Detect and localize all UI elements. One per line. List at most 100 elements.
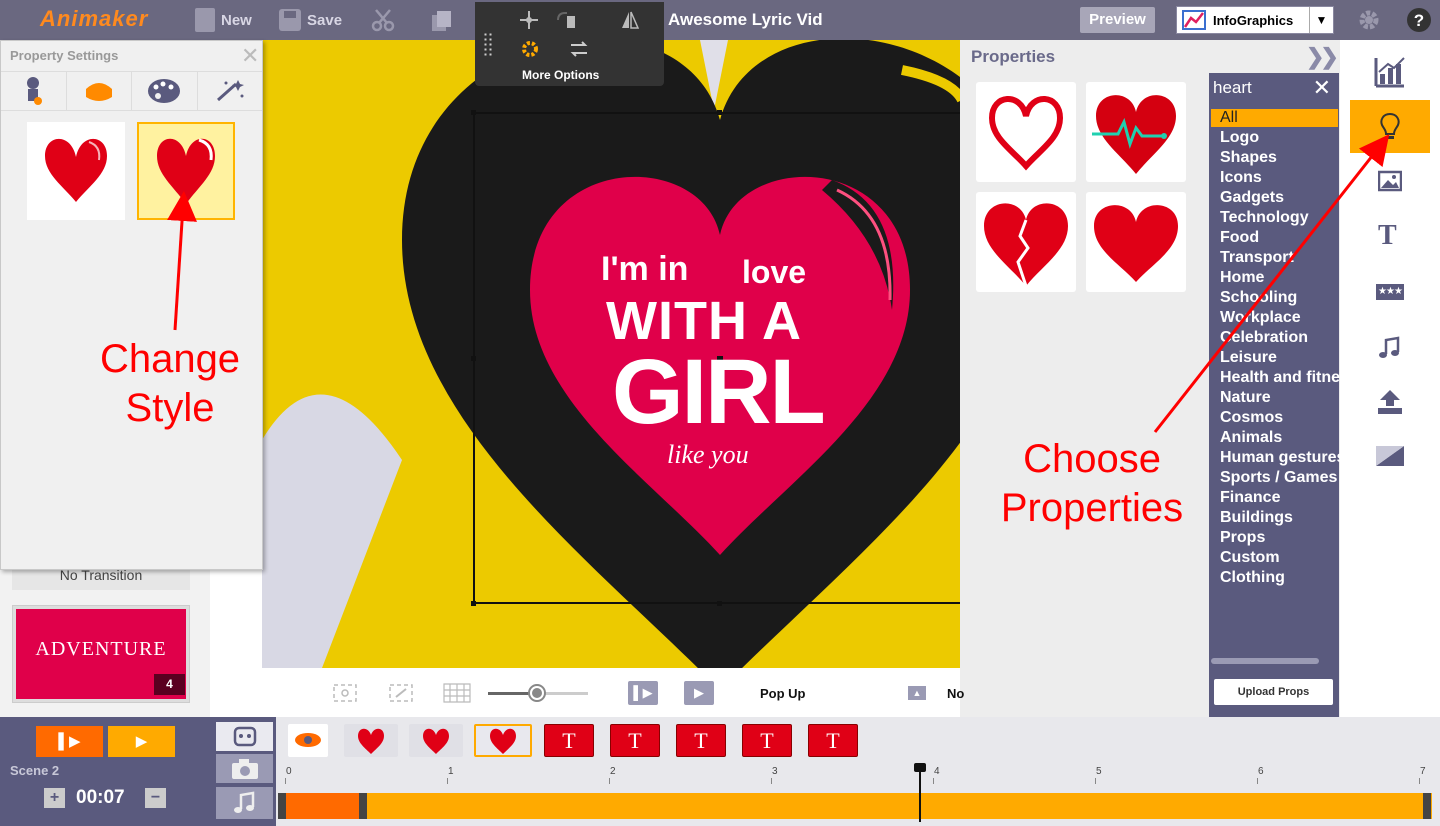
category-item[interactable]: Leisure [1220, 349, 1277, 367]
timeline-item-eye[interactable] [288, 724, 328, 757]
timeline-bar-entry[interactable] [282, 793, 362, 819]
next-animation-label[interactable]: No [947, 686, 964, 701]
bar-start-handle[interactable] [278, 793, 286, 819]
cut-icon[interactable] [371, 8, 395, 32]
category-item[interactable]: Finance [1220, 489, 1280, 507]
gear-icon[interactable] [1357, 8, 1381, 32]
category-item[interactable]: All [1220, 109, 1238, 127]
grid-icon[interactable] [443, 683, 471, 703]
settings-icon[interactable] [521, 40, 539, 58]
flip-icon[interactable] [620, 10, 640, 30]
move-icon[interactable] [519, 10, 539, 30]
ruler-tick [447, 778, 448, 784]
tab-style[interactable] [67, 72, 132, 110]
category-item[interactable]: Schooling [1220, 289, 1297, 307]
expand-icon[interactable] [388, 683, 414, 703]
category-item[interactable]: Animals [1220, 429, 1282, 447]
timeline-item-text[interactable]: T [676, 724, 726, 757]
drag-handle[interactable] [483, 32, 493, 58]
upload-icon[interactable] [1376, 388, 1404, 416]
tab-color[interactable] [132, 72, 198, 110]
help-icon[interactable]: ? [1406, 7, 1432, 33]
preview-button[interactable]: Preview [1080, 7, 1155, 33]
category-item[interactable]: Technology [1220, 209, 1309, 227]
play-button[interactable]: ▶ [684, 681, 714, 705]
camera-track-tab[interactable] [216, 754, 273, 783]
prop-heart-solid[interactable] [1086, 192, 1186, 292]
decrease-duration-button[interactable]: − [145, 788, 166, 808]
canvas-stage[interactable]: I'm in love WITH A GIRL like you [262, 40, 960, 668]
timeline-item-text[interactable]: T [808, 724, 858, 757]
category-item[interactable]: Props [1220, 529, 1265, 547]
prop-heart-outline[interactable] [976, 82, 1076, 182]
new-button[interactable]: New [195, 8, 252, 32]
play-from-start-button[interactable]: ▌▶ [628, 681, 658, 705]
zoom-slider-handle[interactable] [528, 684, 546, 702]
swap-icon[interactable] [569, 40, 589, 58]
collapse-icon[interactable]: ❯❯ [1306, 44, 1339, 70]
timeline-item-text[interactable]: T [544, 724, 594, 757]
undo-delete-icon[interactable] [555, 10, 577, 30]
more-options-label[interactable]: More Options [522, 68, 599, 82]
music-track-tab[interactable] [216, 787, 273, 819]
chevron-up-icon[interactable]: ▲ [908, 686, 926, 700]
infographics-dropdown[interactable]: InfoGraphics ▼ [1176, 6, 1334, 34]
scrollbar[interactable] [1211, 658, 1319, 664]
category-item[interactable]: Celebration [1220, 329, 1308, 347]
tab-character[interactable] [1, 72, 67, 110]
tab-effects[interactable] [198, 72, 263, 110]
text-icon[interactable]: T [1378, 220, 1397, 252]
chart-icon[interactable] [1374, 56, 1406, 88]
copy-icon[interactable] [430, 9, 454, 33]
focus-icon[interactable] [332, 683, 358, 703]
search-box[interactable]: heart ✕ [1209, 73, 1339, 103]
clear-search-icon[interactable]: ✕ [1313, 75, 1331, 101]
image-icon[interactable] [1378, 170, 1402, 192]
timeline-item-heart-selected[interactable] [474, 724, 532, 757]
category-item[interactable]: Transport [1220, 249, 1294, 267]
category-item[interactable]: Health and fitness [1220, 369, 1358, 387]
project-title[interactable]: Awesome Lyric Vid [668, 10, 823, 30]
animation-label[interactable]: Pop Up [760, 686, 806, 701]
timeline-item-heart-2[interactable] [409, 724, 463, 757]
category-item[interactable]: Sports / Games [1220, 469, 1337, 487]
upload-props-button[interactable]: Upload Props [1214, 679, 1333, 705]
category-item[interactable]: Custom [1220, 549, 1280, 567]
search-input[interactable]: heart [1213, 78, 1252, 98]
category-item[interactable]: Home [1220, 269, 1264, 287]
background-icon[interactable] [1376, 446, 1404, 466]
category-item[interactable]: Clothing [1220, 569, 1285, 587]
category-item[interactable]: Shapes [1220, 149, 1277, 167]
category-item[interactable]: Cosmos [1220, 409, 1283, 427]
category-item[interactable]: Logo [1220, 129, 1259, 147]
timeline-item-text[interactable]: T [610, 724, 660, 757]
category-item[interactable]: Gadgets [1220, 189, 1284, 207]
close-icon[interactable]: ✕ [241, 43, 259, 69]
playhead-handle[interactable] [914, 763, 926, 772]
music-icon[interactable] [1378, 336, 1402, 360]
prop-heart-broken[interactable] [976, 192, 1076, 292]
effects-icon[interactable]: ★★★ [1376, 284, 1404, 300]
play-scene-button[interactable]: ▶ [108, 726, 175, 757]
bar-end-handle[interactable] [1423, 793, 1431, 819]
save-button[interactable]: Save [279, 9, 342, 31]
play-scene-from-start-button[interactable]: ▌▶ [36, 726, 103, 757]
scene-thumbnail[interactable]: ADVENTURE 4 [12, 605, 190, 703]
style-option-2-selected[interactable] [137, 122, 235, 220]
timeline-item-heart-1[interactable] [344, 724, 398, 757]
category-item[interactable]: Workplace [1220, 309, 1301, 327]
style-option-1[interactable] [27, 122, 125, 220]
character-track-tab[interactable] [216, 722, 273, 751]
category-item[interactable]: Buildings [1220, 509, 1293, 527]
timeline-bar[interactable] [282, 793, 1432, 819]
prop-heart-pulse[interactable] [1086, 82, 1186, 182]
increase-duration-button[interactable]: + [44, 788, 65, 808]
timeline-item-text[interactable]: T [742, 724, 792, 757]
category-item[interactable]: Human gestures [1220, 449, 1345, 467]
annotation-line: Change [99, 337, 241, 381]
category-item[interactable]: Nature [1220, 389, 1271, 407]
properties-tab-active[interactable] [1350, 100, 1430, 153]
category-item[interactable]: Icons [1220, 169, 1262, 187]
bar-mid-handle[interactable] [359, 793, 367, 819]
category-item[interactable]: Food [1220, 229, 1259, 247]
